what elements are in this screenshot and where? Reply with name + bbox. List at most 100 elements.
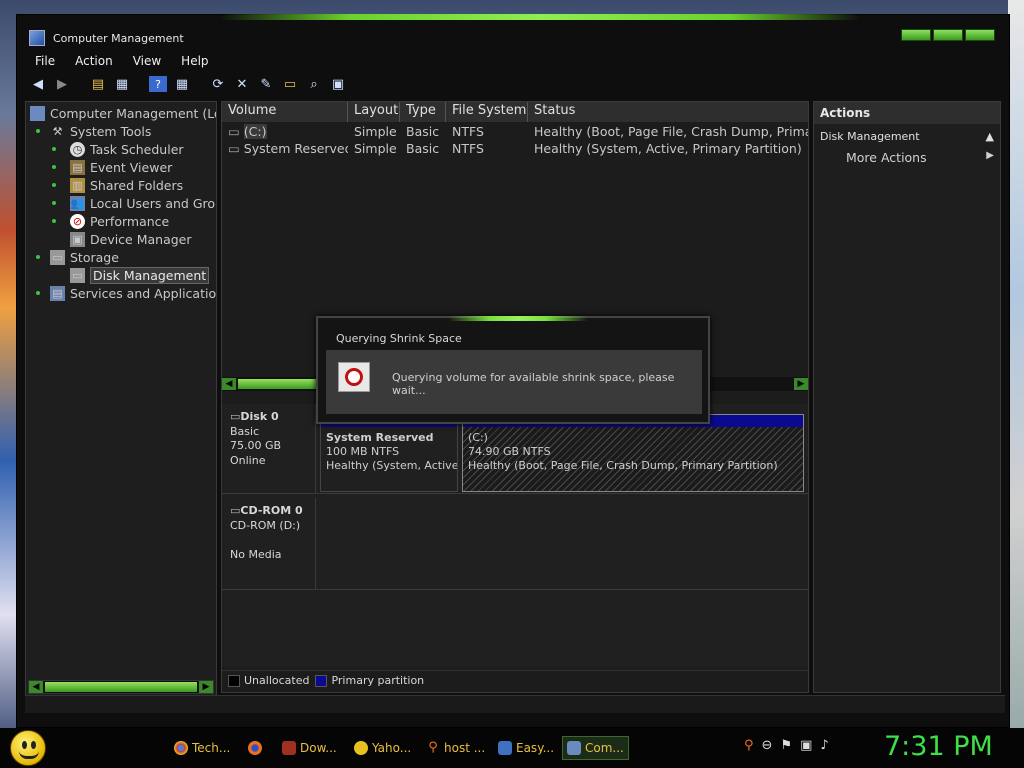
- computer-management-icon: [567, 741, 581, 755]
- actions-section-disk-management[interactable]: Disk Management ▲: [814, 124, 1000, 146]
- primary-swatch: [315, 674, 328, 687]
- drive-icon: ▭: [228, 141, 244, 156]
- cdrom-0-row[interactable]: ▭CD-ROM 0 CD-ROM (D:) No Media: [222, 498, 808, 590]
- scroll-thumb[interactable]: [45, 682, 197, 692]
- drive-icon: ▭: [228, 124, 244, 139]
- menu-action[interactable]: Action: [65, 54, 123, 68]
- start-button[interactable]: [10, 730, 46, 766]
- close-button[interactable]: [965, 29, 995, 41]
- disk-0-label[interactable]: ▭Disk 0 Basic 75.00 GB Online: [222, 404, 316, 493]
- tree-system-tools[interactable]: ⚒ System Tools: [26, 122, 216, 140]
- properties-icon[interactable]: ▦: [173, 76, 191, 92]
- menu-view[interactable]: View: [123, 54, 171, 68]
- desktop-edge: [1008, 0, 1024, 728]
- col-file-system[interactable]: File System: [446, 102, 528, 122]
- menu-file[interactable]: File: [25, 54, 65, 68]
- disk-icon: ▭: [230, 410, 241, 423]
- taskbar-item-host[interactable]: ⚲ host ...: [422, 736, 489, 760]
- scroll-left-arrow[interactable]: ◀: [222, 378, 236, 390]
- performance-icon: ⊘: [70, 213, 85, 229]
- volume-row[interactable]: ▭ (C:) Simple Basic NTFS Healthy (Boot, …: [222, 124, 808, 141]
- cdrom-0-label[interactable]: ▭CD-ROM 0 CD-ROM (D:) No Media: [222, 498, 316, 589]
- taskbar-item-downloads[interactable]: Dow...: [278, 736, 341, 760]
- disk-icon: ▭: [70, 267, 85, 283]
- legend-unallocated: Unallocated: [244, 674, 310, 687]
- maximize-button[interactable]: [933, 29, 963, 41]
- scroll-left-arrow[interactable]: ◀: [29, 681, 43, 693]
- tree-services[interactable]: ▤ Services and Applications: [26, 284, 216, 302]
- tools-icon: ⚒: [52, 124, 63, 138]
- disk-map: ▭Disk 0 Basic 75.00 GB Online System Res…: [222, 404, 808, 666]
- help-icon[interactable]: ?: [149, 76, 167, 92]
- title-bar[interactable]: Computer Management: [25, 25, 1005, 51]
- open-folder-icon[interactable]: ▭: [281, 76, 299, 92]
- yahoo-messenger-icon: [354, 741, 368, 755]
- up-folder-icon[interactable]: ▤: [89, 76, 107, 92]
- refresh-icon[interactable]: ⟳: [209, 76, 227, 92]
- taskbar-item-computer-management[interactable]: Com...: [562, 736, 629, 760]
- minus-circle-icon[interactable]: ⊖: [762, 738, 773, 753]
- shared-folders-icon: ▥: [70, 177, 85, 193]
- tree-scrollbar[interactable]: ◀ ▶: [28, 680, 214, 694]
- unallocated-swatch: [228, 674, 240, 687]
- services-icon: ▤: [50, 285, 65, 301]
- flag-icon[interactable]: ⚑: [780, 738, 792, 753]
- taskbar-clock[interactable]: 7:31 PM: [884, 731, 993, 762]
- tree-local-users[interactable]: 👥 Local Users and Grou: [26, 194, 216, 212]
- tree-task-scheduler[interactable]: ◷ Task Scheduler: [26, 140, 216, 158]
- taskbar-item-chrome[interactable]: Tech...: [170, 736, 234, 760]
- export-icon[interactable]: ✎: [257, 76, 275, 92]
- navigation-pane: Computer Management (Loc ⚒ System Tools …: [25, 101, 217, 697]
- search-icon: ⚲: [428, 740, 438, 755]
- tree-event-viewer[interactable]: ▤ Event Viewer: [26, 158, 216, 176]
- network-icon[interactable]: ▣: [800, 738, 812, 753]
- window-top-glow: [220, 14, 860, 20]
- actions-header: Actions: [814, 102, 1000, 124]
- minimize-button[interactable]: [901, 29, 931, 41]
- device-manager-icon: ▣: [70, 231, 85, 247]
- taskbar-item-yahoo[interactable]: Yaho...: [350, 736, 415, 760]
- tree-disk-management[interactable]: ▭ Disk Management: [26, 266, 216, 284]
- col-type[interactable]: Type: [400, 102, 446, 122]
- partition-system-reserved[interactable]: System Reserved 100 MB NTFS Healthy (Sys…: [320, 414, 458, 492]
- forward-icon[interactable]: ▶: [53, 76, 71, 92]
- scroll-thumb[interactable]: [238, 379, 328, 389]
- legend-primary: Primary partition: [331, 674, 425, 687]
- scroll-right-arrow[interactable]: ▶: [794, 378, 808, 390]
- console-icon[interactable]: ▣: [329, 76, 347, 92]
- tree-storage[interactable]: ▭ Storage: [26, 248, 216, 266]
- cdrom-icon: ▭: [230, 504, 241, 517]
- event-viewer-icon: ▤: [70, 159, 85, 175]
- tree-root[interactable]: Computer Management (Loc: [26, 104, 216, 122]
- dialog-title: Querying Shrink Space: [336, 332, 462, 345]
- computer-management-icon: [29, 30, 45, 46]
- chevron-right-icon: ▶: [986, 150, 994, 161]
- col-layout[interactable]: Layout: [348, 102, 400, 122]
- collapse-icon[interactable]: ▲: [986, 130, 994, 143]
- users-icon: 👥: [70, 195, 85, 211]
- app-icon: [498, 741, 512, 755]
- taskbar-item-easy[interactable]: Easy...: [494, 736, 558, 760]
- col-volume[interactable]: Volume: [222, 102, 348, 122]
- back-icon[interactable]: ◀: [29, 76, 47, 92]
- delete-icon[interactable]: ✕: [233, 76, 251, 92]
- search-icon[interactable]: ⚲: [744, 738, 754, 753]
- tree-shared-folders[interactable]: ▥ Shared Folders: [26, 176, 216, 194]
- taskbar-item-firefox[interactable]: [244, 736, 270, 760]
- menu-help[interactable]: Help: [171, 54, 218, 68]
- toolbar: ◀ ▶ ▤ ▦ ? ▦ ⟳ ✕ ✎ ▭ ⌕ ▣: [25, 73, 1005, 95]
- legend: Unallocated Primary partition: [222, 670, 808, 690]
- show-hide-tree-icon[interactable]: ▦: [113, 76, 131, 92]
- more-actions[interactable]: More Actions ▶: [814, 146, 1000, 168]
- col-status[interactable]: Status: [528, 102, 808, 122]
- download-icon: [282, 741, 296, 755]
- volume-list-header: Volume Layout Type File System Status: [222, 102, 808, 122]
- firefox-icon: [248, 741, 262, 755]
- tree-device-manager[interactable]: ▣ Device Manager: [26, 230, 216, 248]
- tree-performance[interactable]: ⊘ Performance: [26, 212, 216, 230]
- volume-row[interactable]: ▭ System Reserved Simple Basic NTFS Heal…: [222, 141, 808, 158]
- search-icon[interactable]: ⌕: [305, 76, 323, 92]
- scroll-right-arrow[interactable]: ▶: [199, 681, 213, 693]
- partition-c[interactable]: (C:) 74.90 GB NTFS Healthy (Boot, Page F…: [462, 414, 804, 492]
- volume-icon[interactable]: ♪: [820, 738, 828, 753]
